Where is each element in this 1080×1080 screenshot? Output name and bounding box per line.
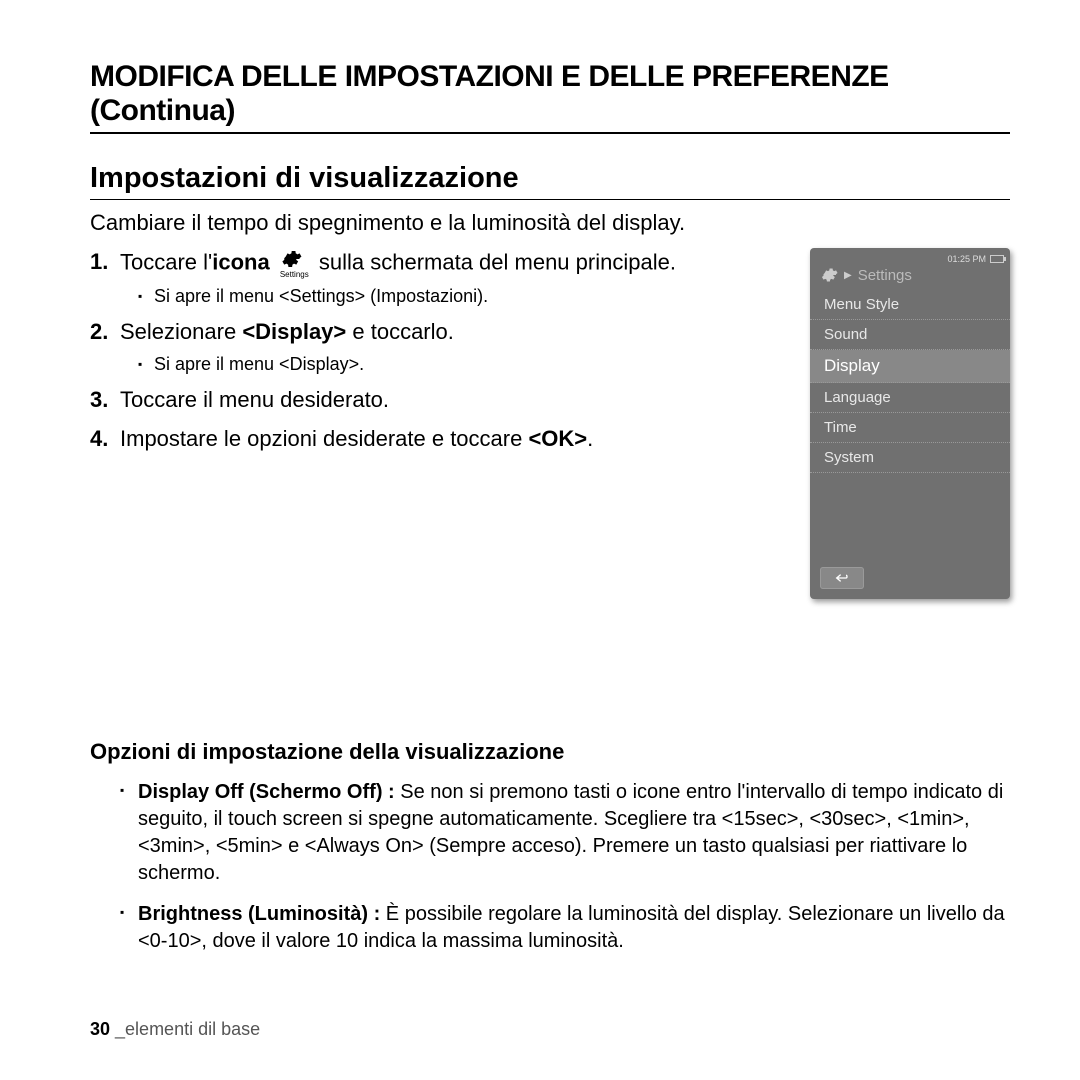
device-statusbar: 01:25 PM [810, 254, 1010, 266]
option-2-bold: Brightness (Luminosità) : [138, 903, 386, 925]
footer-section: elementi dil base [125, 1019, 260, 1039]
steps-column: Toccare l'icona Settings sulla schermata… [90, 248, 790, 599]
section-title: Impostazioni di visualizzazione [90, 162, 1010, 200]
device-header: ▶ Settings [810, 266, 1010, 290]
step-2: Selezionare <Display> e toccarlo. Si apr… [90, 318, 790, 376]
step-1-sub: Si apre il menu <Settings> (Impostazioni… [138, 285, 790, 308]
device-item-sound[interactable]: Sound [810, 320, 1010, 350]
step-4-bold: <OK> [528, 426, 587, 451]
device-item-time[interactable]: Time [810, 413, 1010, 443]
settings-icon: Settings [280, 248, 309, 279]
step-1-bold: icona [212, 249, 269, 274]
option-brightness: Brightness (Luminosità) : È possibile re… [120, 901, 1010, 955]
option-1-bold: Display Off (Schermo Off) : [138, 781, 400, 803]
device-mock: 01:25 PM ▶ Settings Menu Style Sound Dis… [810, 248, 1010, 599]
device-item-display[interactable]: Display [810, 350, 1010, 383]
options-title: Opzioni di impostazione della visualizza… [90, 739, 1010, 765]
settings-icon-caption: Settings [280, 271, 309, 279]
step-2-sub: Si apre il menu <Display>. [138, 353, 790, 376]
chapter-title: MODIFICA DELLE IMPOSTAZIONI E DELLE PREF… [90, 60, 1010, 134]
back-arrow-icon [834, 572, 850, 584]
step-1: Toccare l'icona Settings sulla schermata… [90, 248, 790, 308]
gear-icon [820, 266, 838, 284]
step-3: Toccare il menu desiderato. [90, 386, 790, 415]
step-4-post: . [587, 426, 593, 451]
play-icon: ▶ [844, 270, 852, 281]
battery-icon [990, 255, 1004, 263]
page-number: 30 [90, 1019, 110, 1039]
device-item-system[interactable]: System [810, 443, 1010, 473]
step-4: Impostare le opzioni desiderate e toccar… [90, 425, 790, 454]
device-item-language[interactable]: Language [810, 383, 1010, 413]
step-2-post: e toccarlo. [346, 319, 454, 344]
page-footer: 30 _elementi dil base [90, 1019, 260, 1040]
device-menu-list: Menu Style Sound Display Language Time S… [810, 290, 1010, 473]
back-button[interactable] [820, 567, 864, 589]
step-1-pre: Toccare l' [120, 249, 212, 274]
intro-text: Cambiare il tempo di spegnimento e la lu… [90, 210, 1010, 236]
options-list: Display Off (Schermo Off) : Se non si pr… [90, 779, 1010, 955]
step-2-bold: <Display> [242, 319, 346, 344]
step-2-pre: Selezionare [120, 319, 242, 344]
device-item-menustyle[interactable]: Menu Style [810, 290, 1010, 320]
device-time: 01:25 PM [947, 254, 986, 264]
device-header-title: Settings [858, 267, 912, 284]
footer-sep: _ [110, 1019, 125, 1039]
option-display-off: Display Off (Schermo Off) : Se non si pr… [120, 779, 1010, 887]
step-4-pre: Impostare le opzioni desiderate e toccar… [120, 426, 528, 451]
step-1-post: sulla schermata del menu principale. [319, 249, 676, 274]
